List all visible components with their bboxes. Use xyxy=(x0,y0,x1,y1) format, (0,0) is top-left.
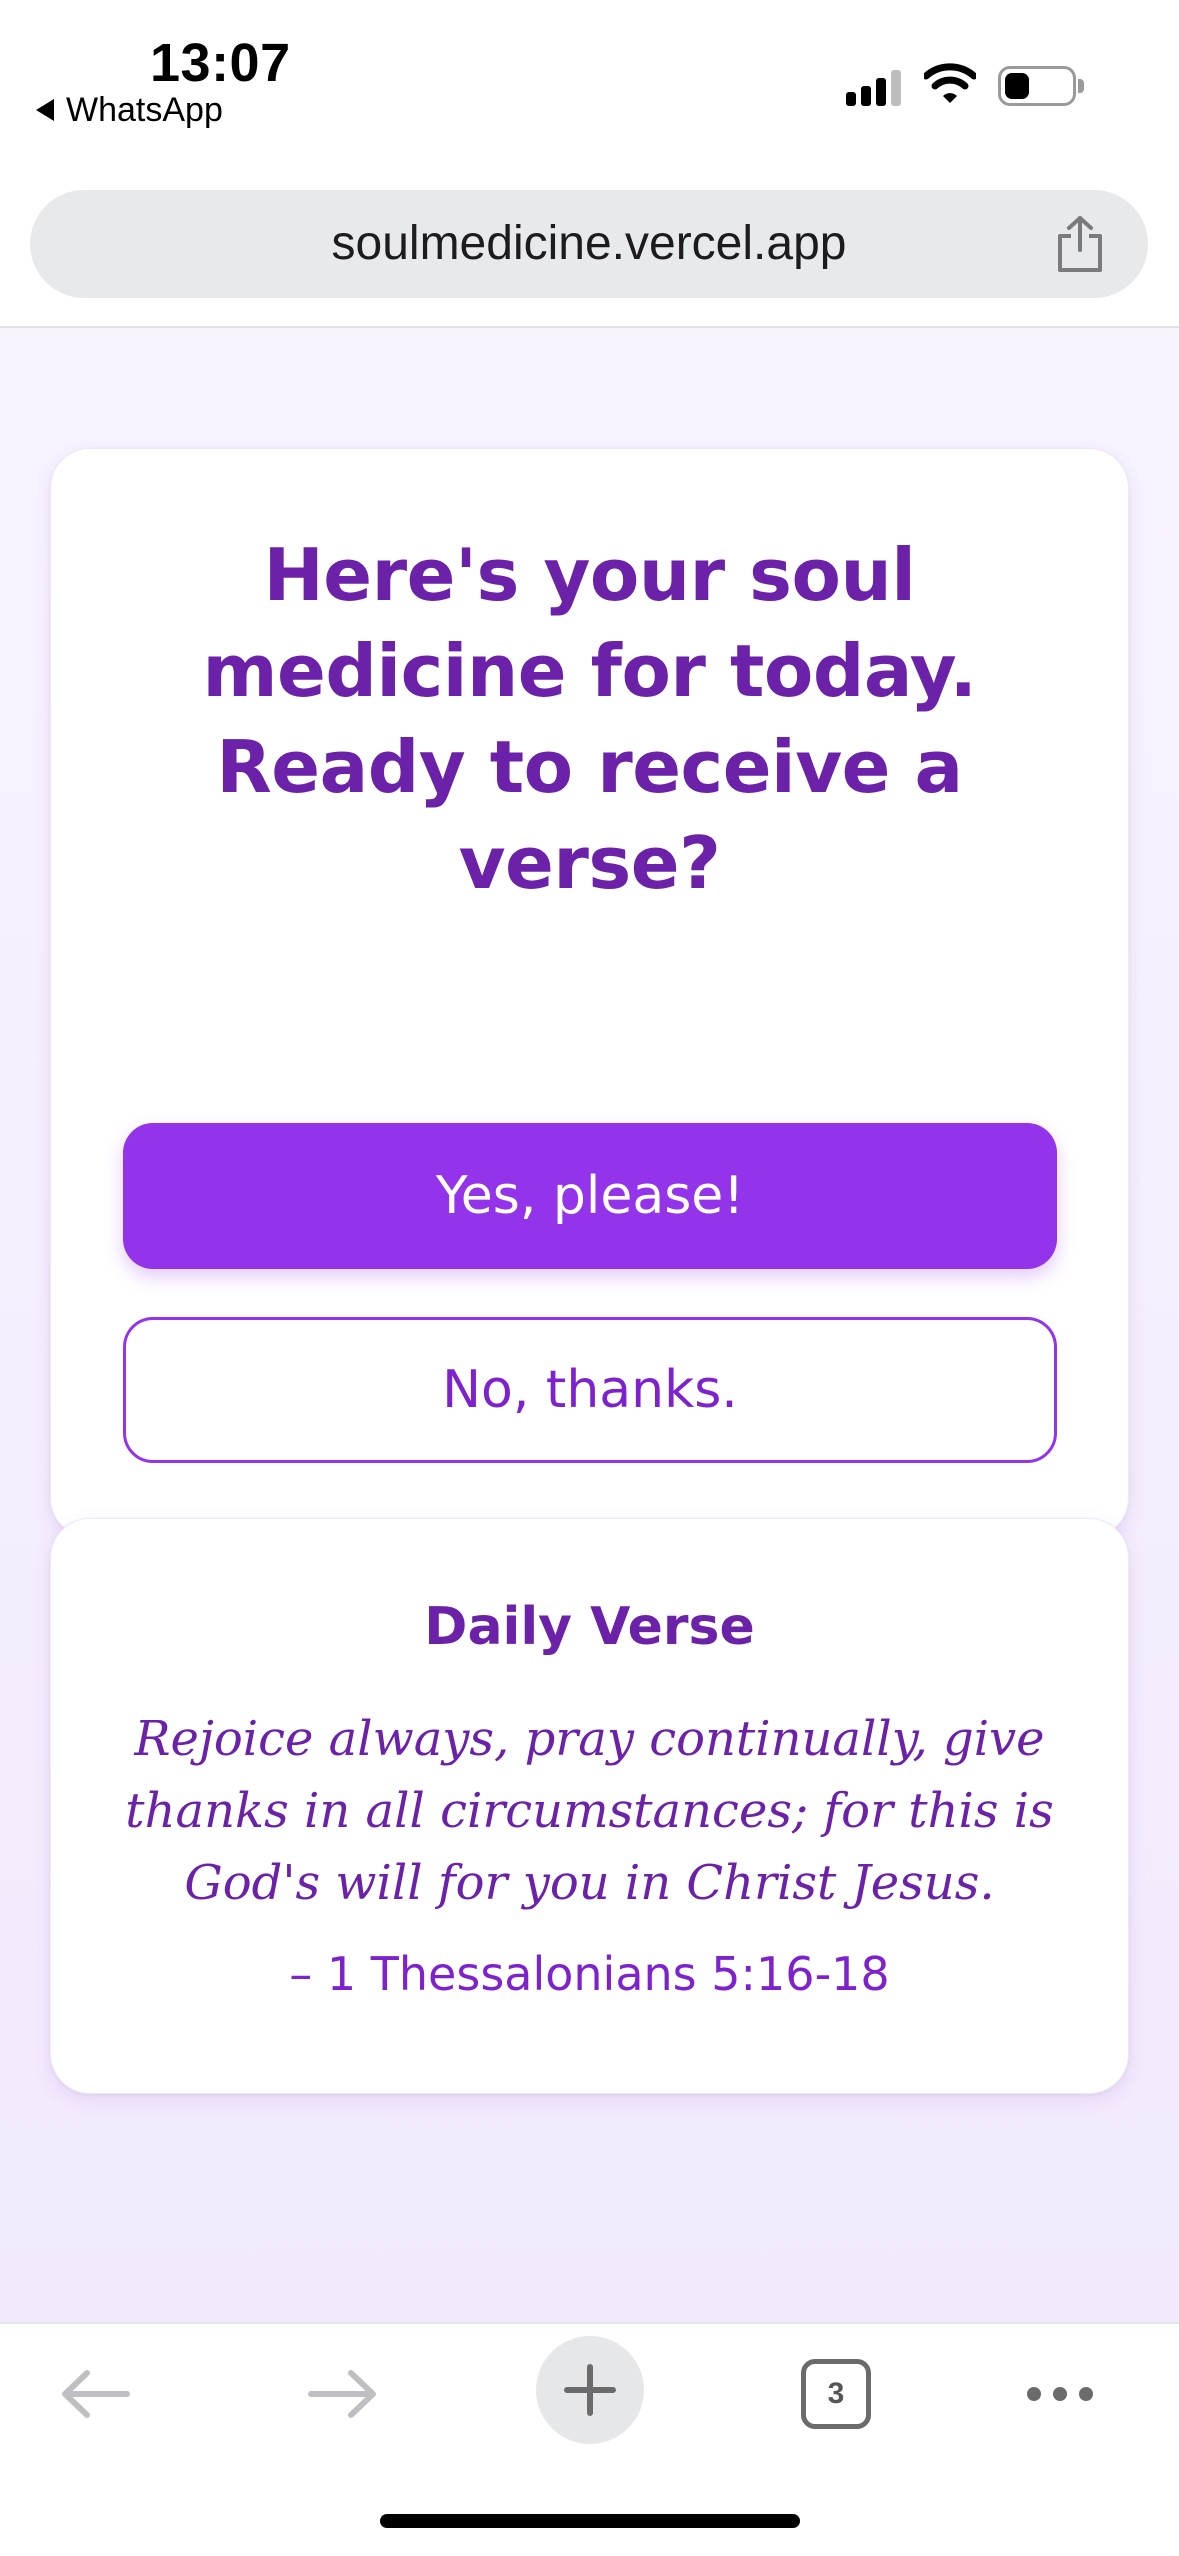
verse-text: Rejoice always, pray continually, give t… xyxy=(125,1711,1054,1911)
back-arrow-icon xyxy=(62,2370,130,2418)
daily-verse-title: Daily Verse xyxy=(424,1597,755,1657)
forward-button[interactable] xyxy=(288,2324,398,2464)
signal-icon xyxy=(846,70,902,106)
tabs-button[interactable]: 3 xyxy=(790,2324,882,2464)
back-triangle-icon xyxy=(36,99,54,121)
no-thanks-button[interactable]: No, thanks. xyxy=(123,1317,1057,1463)
yes-please-button[interactable]: Yes, please! xyxy=(123,1123,1057,1269)
back-to-app-link[interactable]: WhatsApp xyxy=(36,90,223,130)
prompt-heading: Here's your soul medicine for today. Rea… xyxy=(202,533,977,905)
daily-verse-card: Daily Verse Rejoice always, pray continu… xyxy=(50,1518,1129,2094)
verse-reference: – 1 Thessalonians 5:16-18 xyxy=(289,1947,890,2001)
home-indicator xyxy=(380,2514,800,2528)
more-icon xyxy=(1027,2387,1093,2401)
page-content: Here's your soul medicine for today. Rea… xyxy=(0,328,1179,2322)
address-bar[interactable]: soulmedicine.vercel.app xyxy=(30,190,1148,298)
more-button[interactable] xyxy=(1010,2324,1110,2464)
status-bar: 13:07 WhatsApp soulmedicine.vercel.app xyxy=(0,0,1179,298)
wifi-icon xyxy=(924,63,976,103)
battery-tip xyxy=(1078,79,1084,93)
back-app-label: WhatsApp xyxy=(66,90,223,129)
back-button[interactable] xyxy=(40,2324,150,2464)
plus-icon xyxy=(564,2364,616,2416)
battery-icon xyxy=(998,66,1076,106)
status-time: 13:07 xyxy=(150,33,291,93)
new-tab-button[interactable] xyxy=(536,2336,644,2444)
prompt-card: Here's your soul medicine for today. Rea… xyxy=(50,448,1129,1538)
forward-arrow-icon xyxy=(308,2370,376,2418)
url-text[interactable]: soulmedicine.vercel.app xyxy=(30,190,1148,298)
share-icon[interactable] xyxy=(1052,214,1108,274)
tabs-icon: 3 xyxy=(801,2359,871,2429)
